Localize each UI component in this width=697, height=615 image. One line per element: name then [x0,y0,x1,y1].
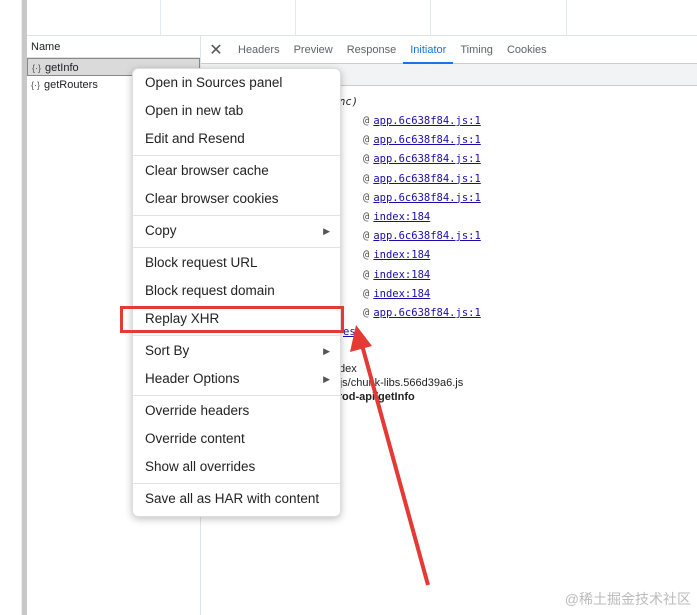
arrow-annotation [350,325,430,586]
watermark: @稀土掘金技术社区 [564,591,691,607]
